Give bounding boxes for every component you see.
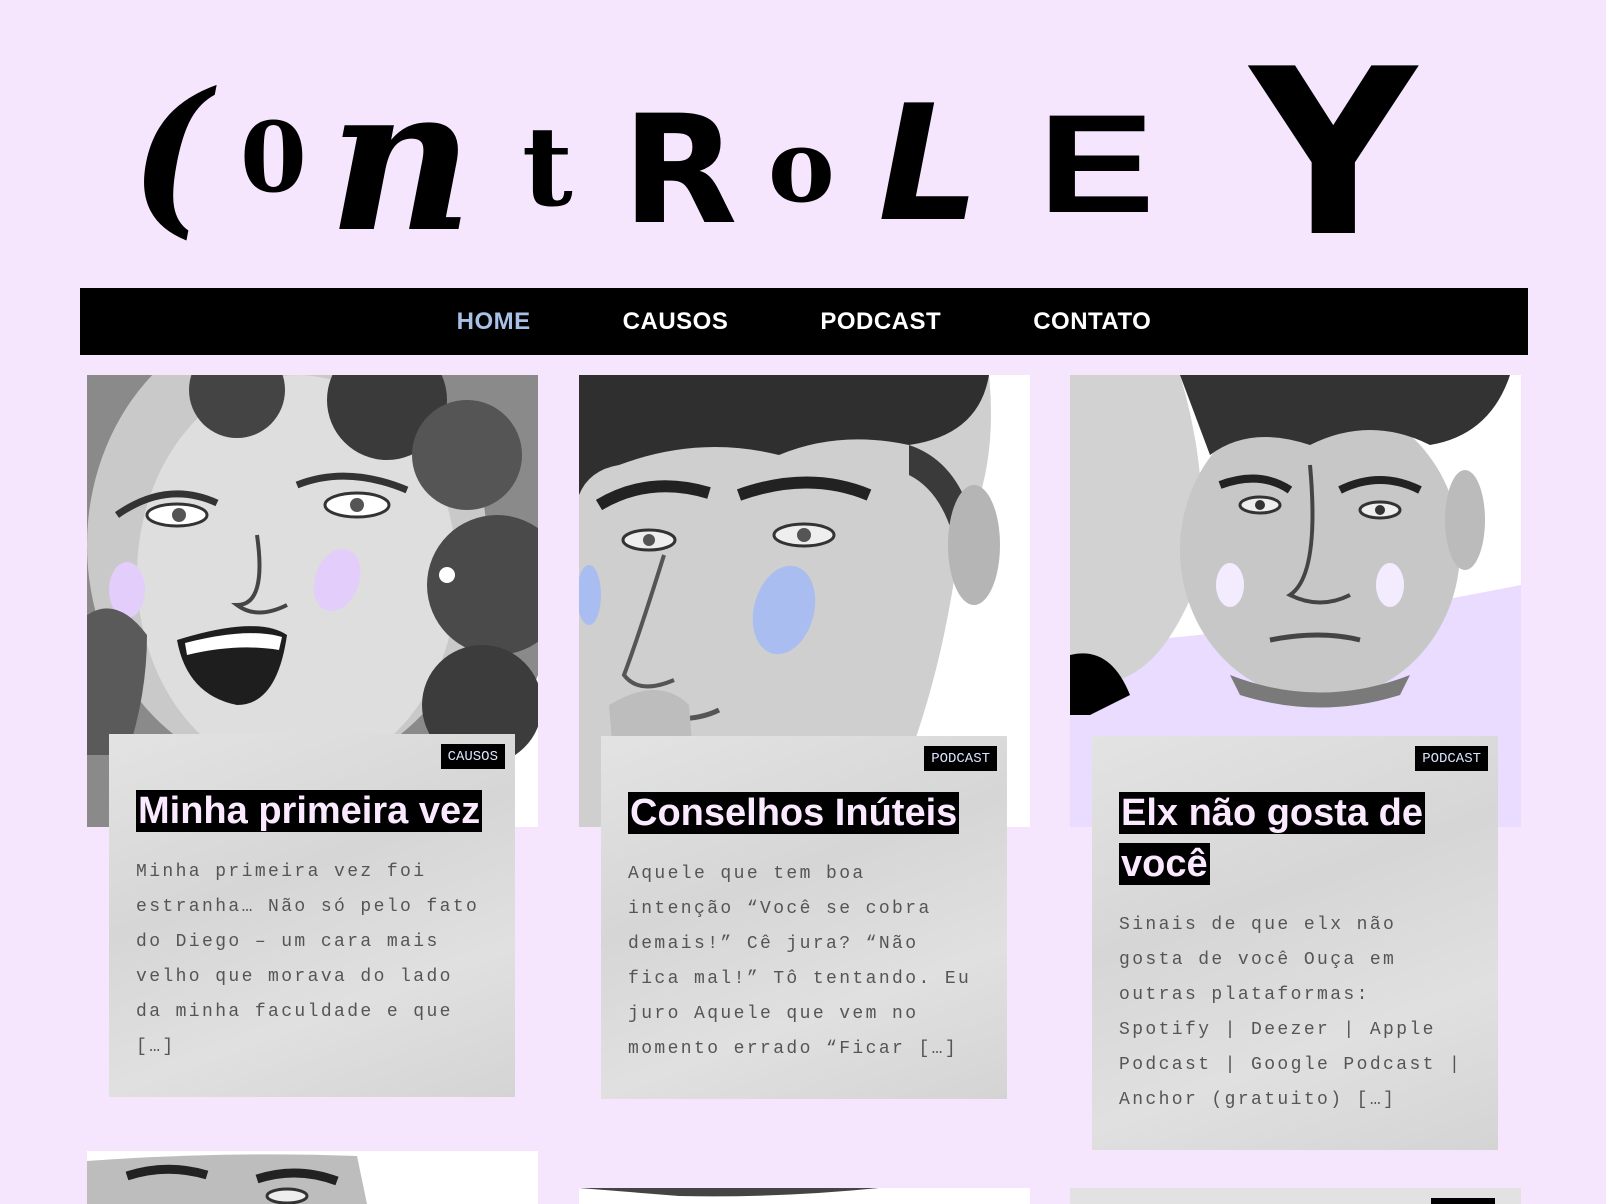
post-panel: PODCAST Conselhos Inúteis Aquele que tem… <box>601 736 1007 1099</box>
logo-letter-o: 0 <box>240 101 307 214</box>
logo-letter-l: L <box>878 70 980 257</box>
logo-letter-r: R <box>622 84 738 258</box>
portrait-illustration-partial <box>579 1188 1030 1204</box>
category-badge[interactable]: CAUSOS <box>440 744 505 769</box>
post-card-partial[interactable] <box>579 1188 1030 1204</box>
post-excerpt: Aquele que tem boa intenção “Você se cob… <box>628 864 972 1059</box>
post-panel: PODCAST Elx não gosta de você Sinais de … <box>1092 736 1498 1150</box>
site-logo[interactable]: ( 0 n t R o L E Y <box>130 40 1480 270</box>
post-title-text[interactable]: Minha primeira vez <box>136 790 483 832</box>
post-card-partial[interactable] <box>87 1151 538 1204</box>
portrait-illustration-partial <box>87 1151 538 1204</box>
post-title[interactable]: Minha primeira vez <box>136 786 488 837</box>
post-title[interactable]: Conselhos Inúteis <box>628 788 980 839</box>
category-badge[interactable]: PODCAST <box>1415 746 1488 771</box>
post-title-text[interactable]: Conselhos Inúteis <box>628 792 960 834</box>
logo-letter-o2: o <box>768 107 835 225</box>
post-excerpt: Sinais de que elx não gosta de você Ouça… <box>1119 915 1463 1110</box>
logo-letter-e: E <box>1038 85 1155 242</box>
category-badge[interactable]: PODCAST <box>924 746 997 771</box>
category-badge-partial <box>1431 1198 1495 1204</box>
nav-contato[interactable]: CONTATO <box>1033 308 1151 336</box>
post-excerpt: Minha primeira vez foi estranha… Não só … <box>136 862 480 1057</box>
post-title[interactable]: Elx não gosta de você <box>1119 788 1471 890</box>
logo-letter-t: t <box>522 102 573 231</box>
logo-letter-c: ( <box>130 55 211 255</box>
logo-letter-y: Y <box>1250 21 1417 288</box>
nav-causos[interactable]: CAUSOS <box>623 308 729 336</box>
main-nav: HOME CAUSOS PODCAST CONTATO <box>80 288 1528 355</box>
post-card-partial[interactable] <box>1070 1188 1521 1204</box>
nav-podcast[interactable]: PODCAST <box>820 308 941 336</box>
post-title-text[interactable]: Elx não gosta de você <box>1119 792 1425 885</box>
post-panel: CAUSOS Minha primeira vez Minha primeira… <box>109 734 515 1097</box>
nav-home[interactable]: HOME <box>457 308 531 336</box>
logo-letter-n: n <box>328 42 474 277</box>
